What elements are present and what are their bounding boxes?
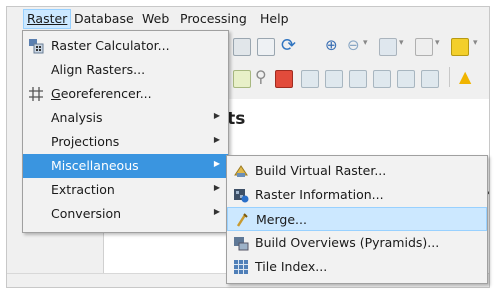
submenu-item-build-overviews[interactable]: Build Overviews (Pyramids)... — [227, 231, 487, 255]
search-icon[interactable]: ⚲ — [255, 67, 267, 86]
toolbar-icon-9[interactable] — [325, 70, 343, 88]
toolbar-icon-11[interactable] — [373, 70, 391, 88]
submenu-arrow-icon: ▶ — [213, 207, 220, 216]
toolbar-icon-1[interactable] — [233, 38, 251, 56]
georeferencer-icon — [28, 86, 44, 102]
menu-raster[interactable]: Raster — [23, 9, 72, 29]
menu-item-miscellaneous[interactable]: Miscellaneous ▶ — [23, 154, 228, 178]
overviews-icon — [233, 235, 249, 251]
menu-item-extraction[interactable]: Extraction ▶ — [23, 178, 228, 202]
menu-item-align-rasters[interactable]: Align Rasters... — [23, 58, 228, 82]
toolbar-icon-4[interactable] — [415, 38, 433, 56]
warning-icon[interactable]: ▲ — [459, 67, 471, 86]
toolbar-icon-2[interactable] — [257, 38, 275, 56]
chevron-down-icon[interactable]: ▾ — [473, 38, 478, 48]
toolbar-icon-8[interactable] — [301, 70, 319, 88]
tile-index-icon — [233, 259, 249, 275]
refresh-icon[interactable]: ⟳ — [281, 35, 296, 56]
toolbar-icon-6[interactable] — [233, 70, 251, 88]
menu-web[interactable]: Web — [139, 10, 172, 28]
submenu-arrow-icon: ▶ — [213, 135, 220, 144]
submenu-item-tile-index[interactable]: Tile Index... — [227, 255, 487, 279]
raster-calculator-icon — [28, 38, 44, 54]
menu-item-analysis[interactable]: Analysis ▶ — [23, 106, 228, 130]
menu-database[interactable]: Database — [71, 10, 137, 28]
chevron-down-icon[interactable]: ▾ — [435, 38, 440, 48]
virtual-raster-icon — [233, 163, 249, 179]
menu-processing[interactable]: Processing — [177, 10, 250, 28]
submenu-arrow-icon: ▶ — [213, 111, 220, 120]
georeferencer-label-rest: eoreferencer... — [60, 86, 152, 101]
zoom-in-icon[interactable]: ⊕ — [325, 36, 338, 54]
submenu-arrow-icon: ▶ — [213, 183, 220, 192]
raster-menu: Raster Calculator... Align Rasters... Ge… — [22, 30, 229, 233]
toolbar-icon-13[interactable] — [421, 70, 439, 88]
miscellaneous-submenu: Build Virtual Raster... Raster Informati… — [226, 155, 488, 284]
submenu-item-merge[interactable]: Merge... — [227, 207, 487, 231]
raster-information-icon — [233, 187, 249, 203]
menu-item-georeferencer[interactable]: Georeferencer... — [23, 82, 228, 106]
chevron-down-icon[interactable]: ▾ — [399, 38, 404, 48]
submenu-item-build-virtual-raster[interactable]: Build Virtual Raster... — [227, 159, 487, 183]
toolbar-icon-3[interactable] — [379, 38, 397, 56]
menu-item-projections[interactable]: Projections ▶ — [23, 130, 228, 154]
submenu-arrow-icon: ▶ — [213, 159, 220, 168]
menu-help[interactable]: Help — [257, 10, 292, 28]
menu-item-conversion[interactable]: Conversion ▶ — [23, 202, 228, 226]
menu-item-raster-calculator[interactable]: Raster Calculator... — [23, 34, 228, 58]
toolbar-icon-7[interactable] — [275, 70, 293, 88]
toolbar-icon-12[interactable] — [397, 70, 415, 88]
toolbar-icon-5[interactable] — [451, 38, 469, 56]
menu-bar: Raster Database Web Processing Help — [7, 7, 489, 31]
toolbar-icon-10[interactable] — [349, 70, 367, 88]
zoom-out-icon[interactable]: ⊖ — [347, 36, 360, 54]
submenu-item-raster-information[interactable]: Raster Information... — [227, 183, 487, 207]
toolbar-separator — [449, 67, 450, 87]
chevron-down-icon[interactable]: ▾ — [363, 38, 368, 48]
merge-icon — [234, 212, 250, 228]
